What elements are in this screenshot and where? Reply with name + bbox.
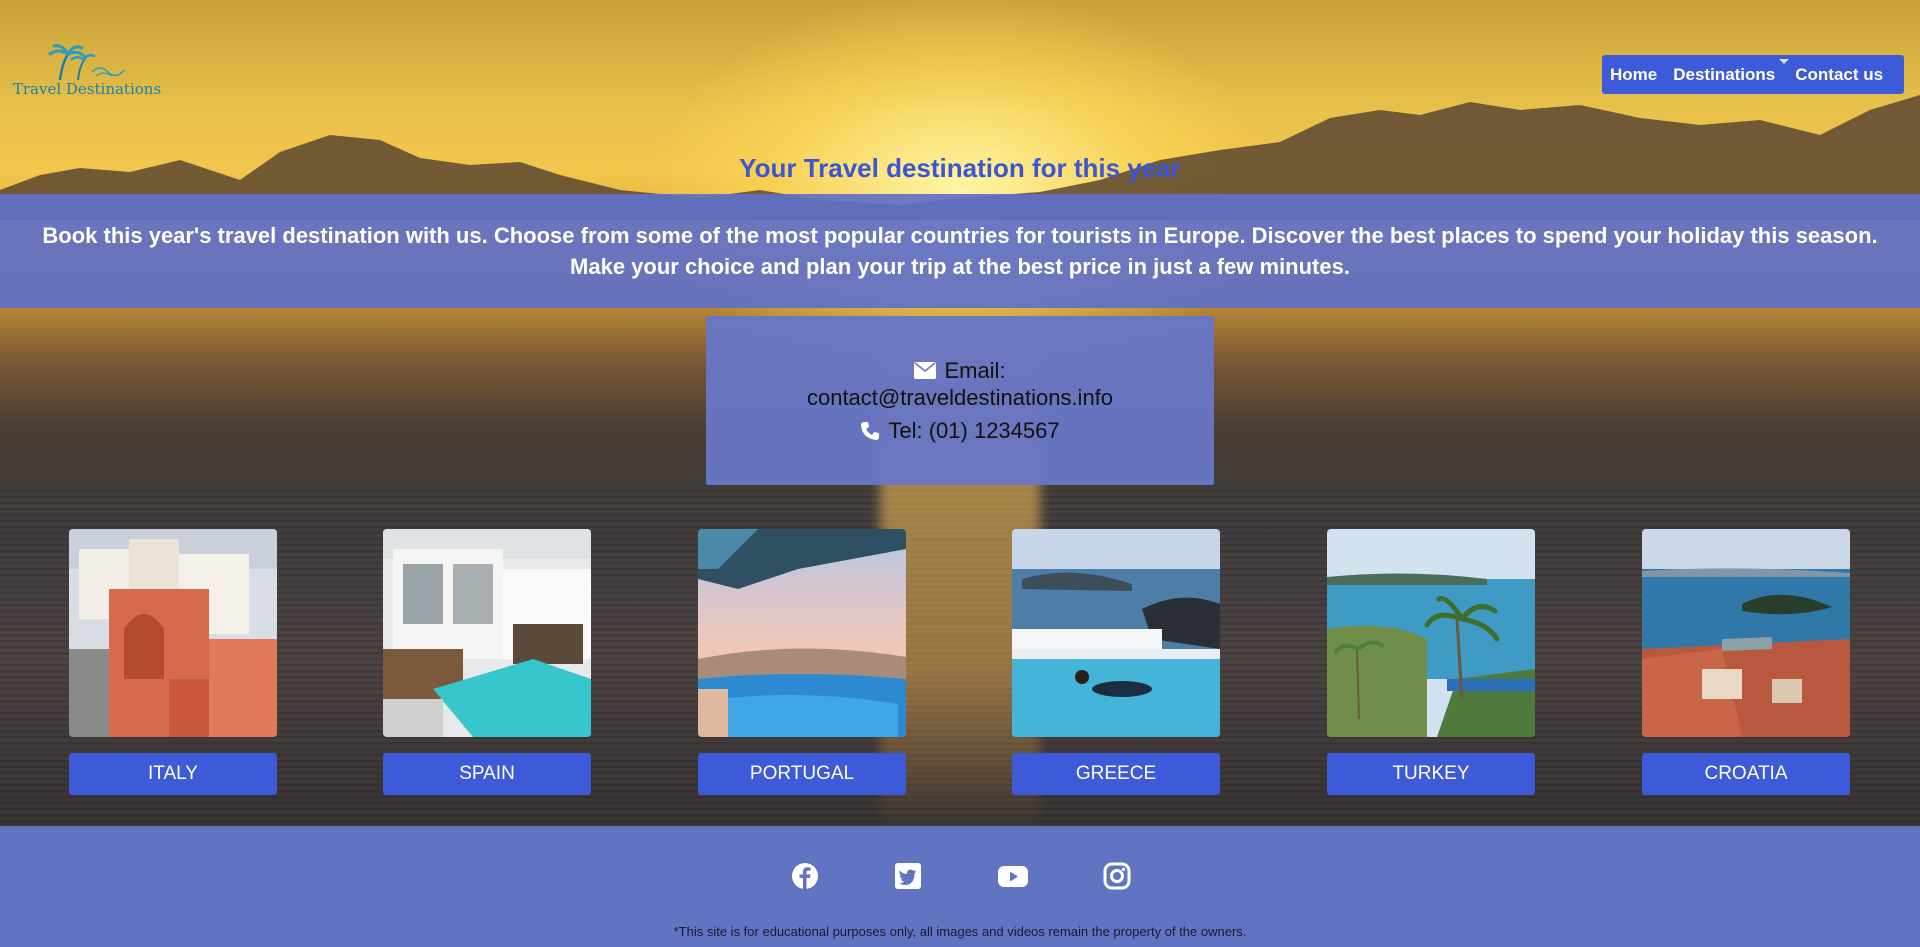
contact-phone[interactable]: Tel: (01) 1234567 <box>860 417 1060 444</box>
destination-button-italy[interactable]: ITALY <box>69 753 277 795</box>
phone-icon <box>861 421 880 440</box>
portugal-photo[interactable] <box>698 529 906 737</box>
contact-email[interactable]: Email: contact@traveldestinations.info <box>807 357 1113 411</box>
intro-text-line1: Book this year's travel destination with… <box>42 223 1878 248</box>
nav-contact[interactable]: Contact us <box>1795 65 1883 85</box>
intro-text-line2: Make your choice and plan your trip at t… <box>570 254 1350 279</box>
palm-tree-icon <box>48 44 125 81</box>
croatia-photo[interactable] <box>1642 529 1850 737</box>
destination-card-italy: ITALY <box>69 529 277 795</box>
contact-box: Email: contact@traveldestinations.info T… <box>706 316 1214 485</box>
destination-button-turkey[interactable]: TURKEY <box>1327 753 1535 795</box>
main-nav: Home Destinations Contact us <box>1602 55 1904 94</box>
destination-button-greece[interactable]: GREECE <box>1012 753 1220 795</box>
envelope-icon <box>914 362 937 379</box>
email-label: Email: <box>944 358 1006 383</box>
page-title: Your Travel destination for this year <box>739 153 1181 183</box>
intro-banner: Book this year's travel destination with… <box>0 194 1920 308</box>
logo-text: Travel Destinations <box>12 80 162 98</box>
site-logo[interactable]: Travel Destinations <box>12 42 162 102</box>
twitter-icon[interactable] <box>894 862 922 890</box>
nav-destinations[interactable]: Destinations <box>1673 58 1790 85</box>
footer-disclaimer: *This site is for educational purposes o… <box>673 924 1247 939</box>
dropdown-caret-icon <box>1779 58 1790 64</box>
facebook-icon[interactable] <box>791 862 819 890</box>
phone-number: Tel: (01) 1234567 <box>888 418 1060 443</box>
turkey-photo[interactable] <box>1327 529 1535 737</box>
destination-card-turkey: TURKEY <box>1327 529 1535 795</box>
destination-card-portugal: PORTUGAL <box>698 529 906 795</box>
destination-card-croatia: CROATIA <box>1642 529 1850 795</box>
destination-button-spain[interactable]: SPAIN <box>383 753 591 795</box>
destination-button-croatia[interactable]: CROATIA <box>1642 753 1850 795</box>
destination-button-portugal[interactable]: PORTUGAL <box>698 753 906 795</box>
greece-photo[interactable] <box>1012 529 1220 737</box>
instagram-icon[interactable] <box>1103 862 1131 890</box>
spain-photo[interactable] <box>383 529 591 737</box>
italy-photo[interactable] <box>69 529 277 737</box>
destination-card-greece: GREECE <box>1012 529 1220 795</box>
email-address: contact@traveldestinations.info <box>806 385 1114 410</box>
youtube-icon[interactable] <box>997 862 1029 890</box>
footer: *This site is for educational purposes o… <box>0 826 1920 947</box>
destination-card-spain: SPAIN <box>383 529 591 795</box>
nav-destinations-label: Destinations <box>1673 64 1776 84</box>
destination-cards: ITALY SPAIN PORTUGAL GREECE TURKEY CROAT… <box>69 529 1851 795</box>
nav-home[interactable]: Home <box>1610 65 1657 85</box>
